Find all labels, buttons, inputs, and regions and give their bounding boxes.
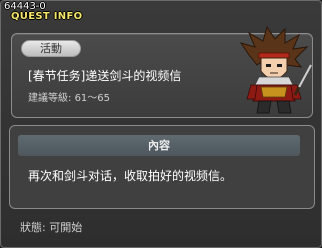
quest-category-badge: 活動 — [21, 40, 81, 57]
recommended-level: 建議等級: 61～65 — [28, 93, 110, 105]
recommended-level-label: 建議等級: — [28, 93, 72, 104]
quest-info-window: 64443-0 QUEST INFO 活動 [春节任务]递送剑斗的视频信 建議等… — [0, 0, 322, 248]
quest-status: 狀態: 可開始 — [20, 221, 82, 234]
quest-status-label: 狀態: — [20, 221, 46, 234]
quest-status-value: 可開始 — [49, 221, 83, 234]
recommended-level-value: 61～65 — [74, 93, 111, 104]
samurai-npc-portrait-icon — [239, 25, 312, 114]
quest-content-text: 再次和剑斗对话，收取拍好的视频信。 — [28, 169, 233, 183]
content-section-header: 內容 — [18, 135, 300, 156]
window-title: QUEST INFO — [11, 11, 83, 22]
quest-name: [春节任务]递送剑斗的视频信 — [28, 69, 182, 83]
